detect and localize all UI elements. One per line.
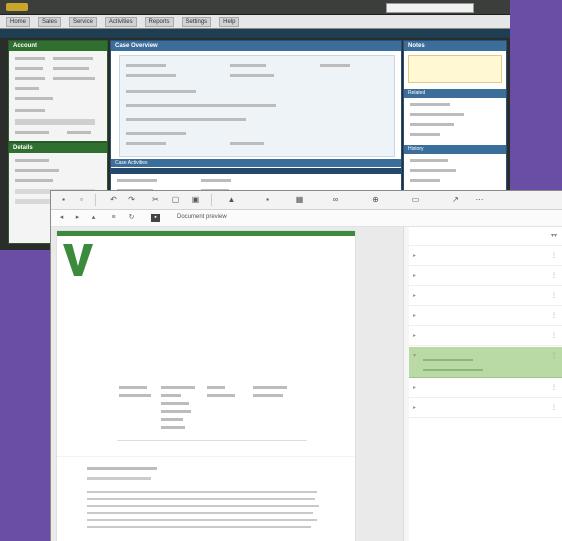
more-icon[interactable]: ⋮: [551, 352, 557, 359]
nav-item-reports[interactable]: Reports: [144, 17, 174, 27]
collapse-icon[interactable]: ▾▾: [551, 232, 557, 239]
zoom-icon[interactable]: ⊕: [371, 196, 380, 204]
related-section-title: Related: [404, 89, 506, 98]
save-icon[interactable]: ▪: [59, 196, 68, 204]
file-icon[interactable]: ▪: [151, 214, 160, 222]
comment-icon[interactable]: ▪: [263, 196, 272, 204]
crm-breadcrumb: [0, 29, 510, 38]
case-overview-title: Case Overview: [111, 41, 401, 51]
document-page-2: [57, 457, 355, 541]
chevron-right-icon: ▸: [413, 405, 417, 411]
sidebar-item[interactable]: ▸ ⋮: [409, 327, 562, 346]
more-icon[interactable]: ⋮: [551, 312, 557, 319]
more-icon[interactable]: ⋮: [551, 332, 557, 339]
chevron-right-icon: ▸: [413, 385, 417, 391]
chevron-right-icon: ▸: [413, 293, 417, 299]
chevron-right-icon: ▸: [413, 313, 417, 319]
nav-item-settings[interactable]: Settings: [181, 17, 212, 27]
link-icon[interactable]: ∞: [331, 196, 340, 204]
chevron-right-icon: ▸: [413, 333, 417, 339]
chevron-right-icon: ▸: [413, 273, 417, 279]
nav-item-sales[interactable]: Sales: [37, 17, 61, 27]
document-area: [51, 227, 403, 541]
back-icon[interactable]: ◂: [57, 214, 66, 222]
sidebar-item[interactable]: ▸ ⋮: [409, 379, 562, 398]
more-icon[interactable]: ⋯: [475, 196, 484, 204]
print-icon[interactable]: ▫: [77, 196, 86, 204]
forward-icon[interactable]: ▸: [73, 214, 82, 222]
activities-table-header: [111, 168, 401, 174]
more-icon[interactable]: ⋮: [551, 252, 557, 259]
sidebar-item[interactable]: ▸ ⋮: [409, 399, 562, 418]
up-icon[interactable]: ▴: [89, 214, 98, 222]
more-icon[interactable]: ⋮: [551, 384, 557, 391]
document-path: Document preview: [177, 214, 227, 220]
outline-sidebar: ▾▾ ▸ ⋮ ▸ ⋮ ▸ ⋮ ▸ ⋮ ▸ ⋮ ▾ ⋮ ▸ ⋮ ▸ ⋮: [409, 227, 562, 541]
note-card: [408, 55, 502, 83]
document-viewer-window: ▪ ▫ ↶ ↷ ✂ ▢ ▣ ▲ ▪ ▦ ∞ ⊕ ▭ ↗ ⋯ ◂ ▸ ▴ ≡ ↻ …: [50, 190, 562, 541]
refresh-icon[interactable]: ↻: [127, 214, 136, 222]
sidebar-item[interactable]: ▸ ⋮: [409, 307, 562, 326]
crm-search-input[interactable]: [386, 3, 474, 13]
sidebar-item[interactable]: ▸ ⋮: [409, 247, 562, 266]
undo-icon[interactable]: ↶: [109, 196, 118, 204]
chevron-down-icon: ▾: [413, 353, 417, 359]
image-icon[interactable]: ▲: [227, 196, 236, 204]
notes-panel-title: Notes: [404, 41, 506, 51]
list-icon[interactable]: ≡: [109, 214, 118, 222]
details-panel-title: Details: [9, 143, 107, 153]
section-divider: [117, 440, 307, 441]
sidebar-header: ▾▾: [409, 227, 562, 246]
view-icon[interactable]: ▭: [411, 196, 420, 204]
cut-icon[interactable]: ✂: [151, 196, 160, 204]
share-icon[interactable]: ↗: [451, 196, 460, 204]
account-panel: Account: [8, 40, 108, 142]
case-activities-title: Case Activities: [111, 159, 401, 167]
account-panel-title: Account: [9, 41, 107, 51]
sidebar-item-selected[interactable]: ▾ ⋮: [409, 347, 562, 378]
crm-nav: Home Sales Service Activities Reports Se…: [0, 15, 510, 29]
crm-logo: [6, 3, 28, 11]
nav-item-service[interactable]: Service: [68, 17, 97, 27]
main-toolbar: ▪ ▫ ↶ ↷ ✂ ▢ ▣ ▲ ▪ ▦ ∞ ⊕ ▭ ↗ ⋯: [51, 191, 562, 210]
nav-item-home[interactable]: Home: [6, 17, 31, 27]
v-logo-icon: [63, 244, 93, 276]
sidebar-item[interactable]: ▸ ⋮: [409, 267, 562, 286]
sidebar-item[interactable]: ▸ ⋮: [409, 287, 562, 306]
more-icon[interactable]: ⋮: [551, 404, 557, 411]
nav-item-help[interactable]: Help: [219, 17, 240, 27]
chevron-right-icon: ▸: [413, 253, 417, 259]
copy-icon[interactable]: ▢: [171, 196, 180, 204]
redo-icon[interactable]: ↷: [127, 196, 136, 204]
document-page-1: [57, 231, 355, 458]
crm-topbar: [0, 0, 510, 15]
more-icon[interactable]: ⋮: [551, 272, 557, 279]
nav-item-activities[interactable]: Activities: [104, 17, 137, 27]
secondary-toolbar: ◂ ▸ ▴ ≡ ↻ ▪: [51, 210, 562, 227]
history-section-title: History: [404, 145, 506, 154]
case-summary-box: [119, 55, 395, 157]
paste-icon[interactable]: ▣: [191, 196, 200, 204]
more-icon[interactable]: ⋮: [551, 292, 557, 299]
table-icon[interactable]: ▦: [295, 196, 304, 204]
